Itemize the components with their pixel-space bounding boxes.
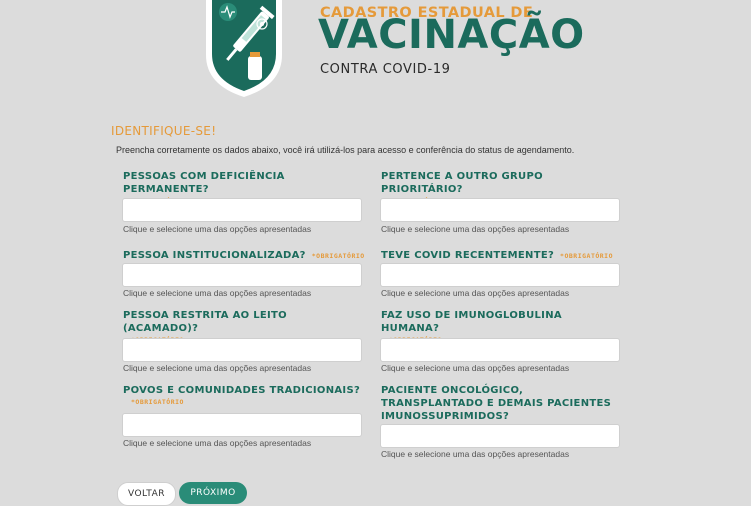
select-acamado[interactable] <box>122 338 362 362</box>
select-deficiencia[interactable] <box>122 198 362 222</box>
field-povos-tradicionais: POVOS E COMUNIDADES TRADICIONAIS? *OBRIG… <box>123 384 363 408</box>
required-label: *OBRIGATÓRIO <box>131 398 184 406</box>
select-hint: Clique e selecione uma das opções aprese… <box>123 288 312 298</box>
field-label: POVOS E COMUNIDADES TRADICIONAIS? <box>123 385 361 396</box>
field-label: PERTENCE A OUTRO GRUPO PRIORITÁRIO? <box>381 171 543 195</box>
select-hint: Clique e selecione uma das opções aprese… <box>123 224 312 234</box>
vaccination-shield-logo <box>206 0 282 97</box>
field-label: FAZ USO DE IMUNOGLOBULINA HUMANA? <box>381 310 562 334</box>
select-hint: Clique e selecione uma das opções aprese… <box>123 363 312 373</box>
title-big: VACINAÇÃO <box>318 12 585 58</box>
select-hint: Clique e selecione uma das opções aprese… <box>381 288 570 298</box>
field-label: PESSOA INSTITUCIONALIZADA? <box>123 250 306 261</box>
select-hint: Clique e selecione uma das opções aprese… <box>381 224 570 234</box>
back-button[interactable]: VOLTAR <box>117 482 176 506</box>
select-hint: Clique e selecione uma das opções aprese… <box>123 438 312 448</box>
field-covid-recente: TEVE COVID RECENTEMENTE? *OBRIGATÓRIO <box>381 245 631 263</box>
title-sub: CONTRA COVID-19 <box>320 62 451 77</box>
required-label: *OBRIGATÓRIO <box>560 252 614 260</box>
field-institucionalizada: PESSOA INSTITUCIONALIZADA? *OBRIGATÓRIO <box>123 245 373 263</box>
select-hint: Clique e selecione uma das opções aprese… <box>381 449 570 459</box>
select-povos-tradicionais[interactable] <box>122 413 362 437</box>
select-institucionalizada[interactable] <box>122 263 362 287</box>
required-label: *OBRIGATÓRIO <box>311 252 365 260</box>
select-covid-recente[interactable] <box>380 263 620 287</box>
next-button[interactable]: PRÓXIMO <box>179 482 247 504</box>
select-grupo-prioritario[interactable] <box>380 198 620 222</box>
select-imunoglobulina[interactable] <box>380 338 620 362</box>
select-imunossuprimidos[interactable] <box>380 424 620 448</box>
section-title: IDENTIFIQUE-SE! <box>111 124 217 138</box>
field-label: PESSOAS COM DEFICIÊNCIA PERMANENTE? <box>123 171 285 195</box>
section-description: Preencha corretamente os dados abaixo, v… <box>116 145 575 155</box>
select-hint: Clique e selecione uma das opções aprese… <box>381 363 570 373</box>
field-label: PESSOA RESTRITA AO LEITO (ACAMADO)? <box>123 310 287 334</box>
field-label: PACIENTE ONCOLÓGICO, TRANSPLANTADO E DEM… <box>381 385 612 422</box>
field-label: TEVE COVID RECENTEMENTE? <box>381 250 555 261</box>
